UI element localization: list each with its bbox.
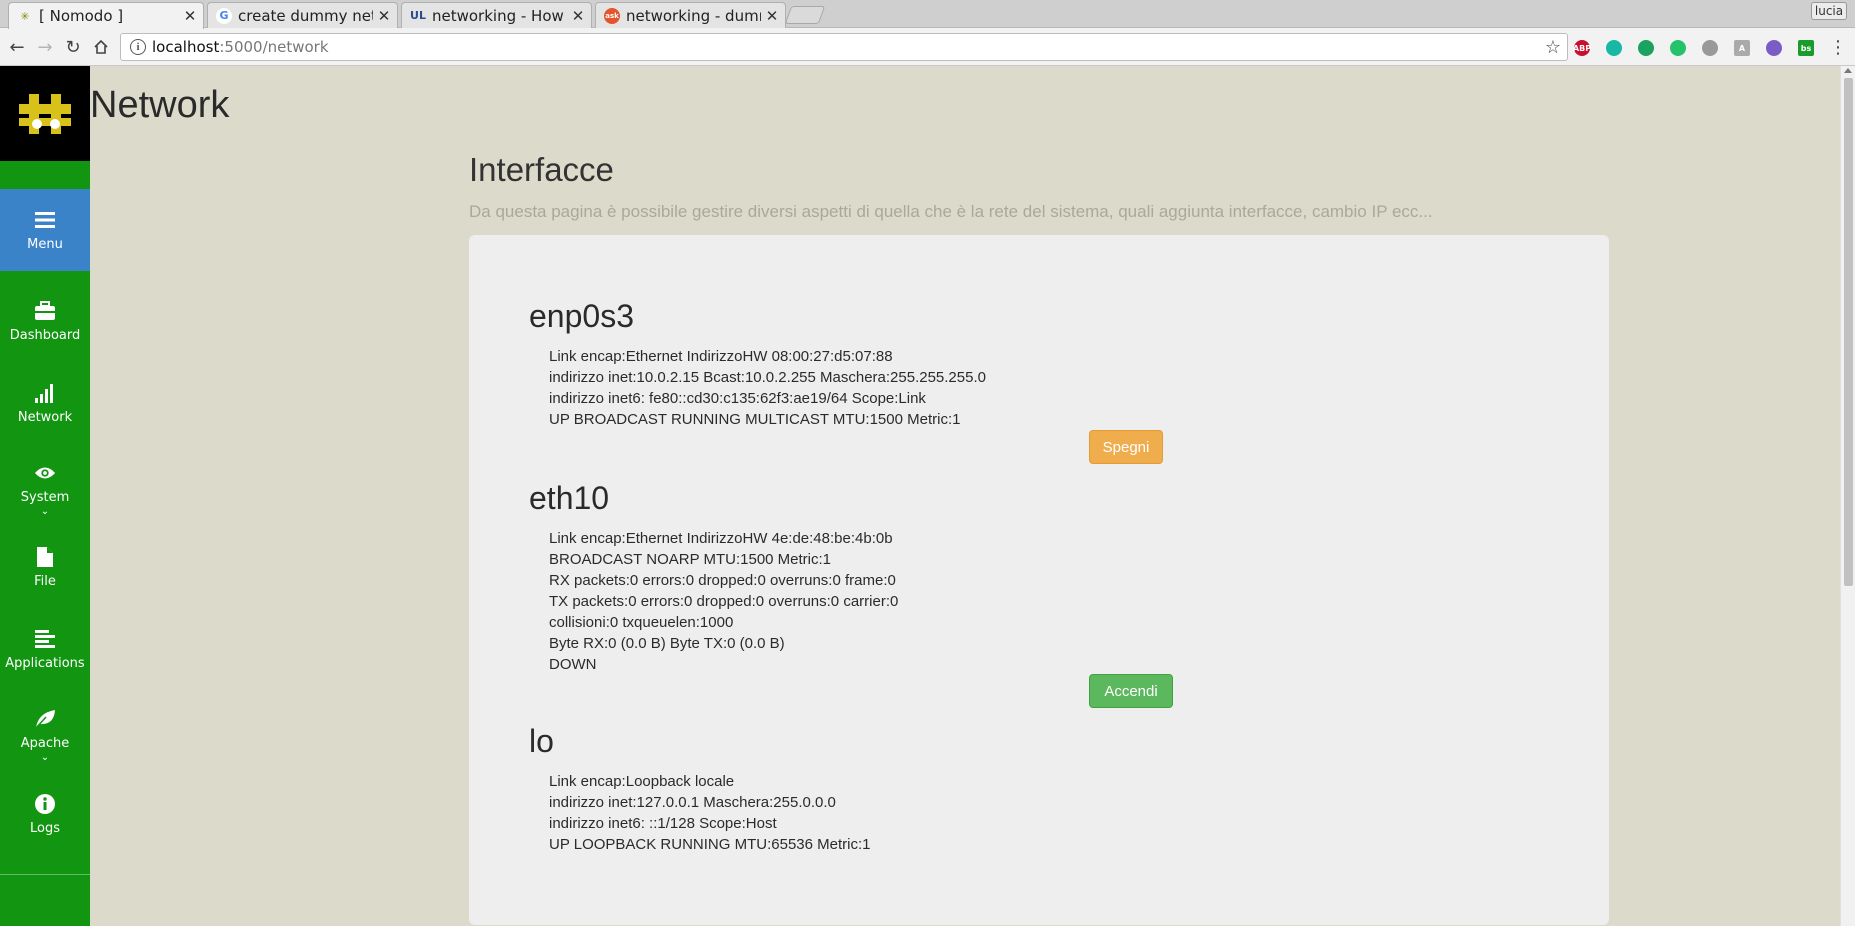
interface-detail-line: collisioni:0 txqueuelen:1000 <box>549 614 734 631</box>
interface-detail-line: BROADCAST NOARP MTU:1500 Metric:1 <box>549 551 832 568</box>
close-icon[interactable]: ✕ <box>765 7 779 25</box>
eye-icon <box>34 462 56 484</box>
bookmark-star-icon[interactable]: ☆ <box>1545 37 1561 58</box>
turn-off-button[interactable]: Spegni <box>1089 430 1163 464</box>
tab-title: create dummy netw <box>238 6 373 25</box>
extension-green-icon[interactable] <box>1638 40 1654 56</box>
nomodo-logo[interactable] <box>0 66 90 161</box>
interface-details: Link encap:Ethernet IndirizzoHW 08:00:27… <box>549 346 986 430</box>
home-icon[interactable] <box>89 35 113 59</box>
sidebar-item-label: System <box>20 489 70 505</box>
askubuntu-icon: ask <box>604 7 620 24</box>
nomodo-logo-icon <box>19 93 71 134</box>
chevron-down-icon: ⌄ <box>40 505 50 517</box>
interface-details: Link encap:Loopback locale indirizzo ine… <box>549 771 870 855</box>
briefcase-icon <box>34 300 56 322</box>
interface-details: Link encap:Ethernet IndirizzoHW 4e:de:48… <box>549 528 898 675</box>
interface-detail-line: indirizzo inet6: ::1/128 Scope:Host <box>549 815 777 832</box>
sidebar-item-label: File <box>34 573 56 589</box>
signal-icon <box>34 382 56 404</box>
page-scrollbar[interactable] <box>1840 66 1855 926</box>
tab-nomodo[interactable]: ✳ [ Nomodo ] ✕ <box>8 2 204 29</box>
sidebar-item-label: Network <box>17 409 73 425</box>
profile-button[interactable]: lucia <box>1811 2 1847 20</box>
info-circle-icon <box>34 793 56 815</box>
interface-detail-line: UP BROADCAST RUNNING MULTICAST MTU:1500 … <box>549 411 961 428</box>
close-icon[interactable]: ✕ <box>377 7 391 25</box>
sidebar-item-label: Dashboard <box>9 327 81 343</box>
extension-teal-icon[interactable] <box>1606 40 1622 56</box>
browser-menu-icon[interactable]: ⋮ <box>1826 35 1850 59</box>
reload-icon[interactable]: ↻ <box>61 35 85 59</box>
tab-title: networking - How c <box>432 6 567 25</box>
interface-detail-line: DOWN <box>549 656 597 673</box>
file-icon <box>34 546 56 568</box>
interface-detail-line: RX packets:0 errors:0 dropped:0 overruns… <box>549 572 896 589</box>
info-icon[interactable]: i <box>130 39 146 55</box>
nomodo-favicon-icon: ✳ <box>20 9 30 23</box>
browser-toolbar: ← → ↻ i localhost:5000/network ☆ ABP A b… <box>0 28 1855 66</box>
chevron-down-icon: ⌄ <box>40 751 50 763</box>
back-icon[interactable]: ← <box>5 35 29 59</box>
bars-icon <box>34 209 56 231</box>
sidebar-item-logs[interactable]: Logs <box>0 773 90 855</box>
unix-linux-icon: UL <box>410 9 426 22</box>
address-path: :5000/network <box>219 38 329 56</box>
tab-title: [ Nomodo ] <box>39 7 124 25</box>
interface-name: enp0s3 <box>529 298 634 334</box>
tab-create-dummy-network[interactable]: G create dummy netw ✕ <box>207 2 398 28</box>
sidebar-item-label: Applications <box>5 655 85 671</box>
sidebar-item-menu[interactable]: Menu <box>0 189 90 271</box>
interface-detail-line: indirizzo inet:10.0.2.15 Bcast:10.0.2.25… <box>549 369 986 386</box>
sidebar-item-label: Apache <box>20 735 70 751</box>
sidebar-item-apache[interactable]: Apache ⌄ <box>0 694 90 776</box>
leaf-icon <box>34 708 56 730</box>
sidebar-item-file[interactable]: File <box>0 526 90 608</box>
interface-detail-line: Byte RX:0 (0.0 B) Byte TX:0 (0.0 B) <box>549 635 785 652</box>
list-icon <box>34 628 56 650</box>
google-icon: G <box>216 7 232 24</box>
interface-detail-line: indirizzo inet6: fe80::cd30:c135:62f3:ae… <box>549 390 926 407</box>
scroll-up-icon[interactable] <box>1844 68 1852 73</box>
interface-detail-line: Link encap:Ethernet IndirizzoHW 08:00:27… <box>549 348 893 365</box>
interface-name: eth10 <box>529 480 610 516</box>
address-host: localhost <box>152 38 220 56</box>
tab-networking-dummy[interactable]: ask networking - dumm ✕ <box>595 2 786 28</box>
globe-icon[interactable] <box>1702 40 1718 56</box>
interface-name: lo <box>529 723 554 759</box>
scrollbar-thumb[interactable] <box>1844 78 1853 586</box>
chat-icon[interactable] <box>1670 40 1686 56</box>
sidebar: Menu Dashboard Network System ⌄ File App… <box>0 66 90 926</box>
interface-detail-line: indirizzo inet:127.0.0.1 Maschera:255.0.… <box>549 794 836 811</box>
close-icon[interactable]: ✕ <box>571 7 585 25</box>
sidebar-item-applications[interactable]: Applications <box>0 608 90 690</box>
browser-tab-bar: ✳ [ Nomodo ] ✕ G create dummy netw ✕ UL … <box>0 0 1855 29</box>
forward-icon[interactable]: → <box>33 35 57 59</box>
bs-icon[interactable]: bs <box>1798 40 1814 56</box>
interface-detail-line: Link encap:Ethernet IndirizzoHW 4e:de:48… <box>549 530 893 547</box>
interface-detail-line: UP LOOPBACK RUNNING MTU:65536 Metric:1 <box>549 836 871 853</box>
page-title: Network <box>90 84 230 126</box>
interface-detail-line: TX packets:0 errors:0 dropped:0 overruns… <box>549 593 899 610</box>
close-icon[interactable]: ✕ <box>183 7 197 25</box>
interface-detail-line: Link encap:Loopback locale <box>549 773 735 790</box>
sidebar-item-dashboard[interactable]: Dashboard <box>0 280 90 362</box>
sidebar-divider <box>0 874 90 875</box>
section-title: Interfacce <box>469 151 614 188</box>
sidebar-item-network[interactable]: Network <box>0 362 90 444</box>
sidebar-item-label: Logs <box>30 820 60 836</box>
address-bar[interactable]: i localhost:5000/network ☆ <box>120 33 1568 61</box>
tab-networking-how[interactable]: UL networking - How c ✕ <box>401 2 592 28</box>
abp-icon[interactable]: ABP <box>1573 40 1591 56</box>
sidebar-item-system[interactable]: System ⌄ <box>0 448 90 530</box>
new-tab-button[interactable] <box>784 6 826 24</box>
section-description: Da questa pagina è possibile gestire div… <box>469 202 1433 221</box>
a-icon[interactable]: A <box>1734 40 1750 56</box>
tab-title: networking - dumm <box>626 6 761 25</box>
sidebar-item-label: Menu <box>27 236 63 252</box>
extension-purple-icon[interactable] <box>1766 40 1782 56</box>
turn-on-button[interactable]: Accendi <box>1089 674 1173 708</box>
